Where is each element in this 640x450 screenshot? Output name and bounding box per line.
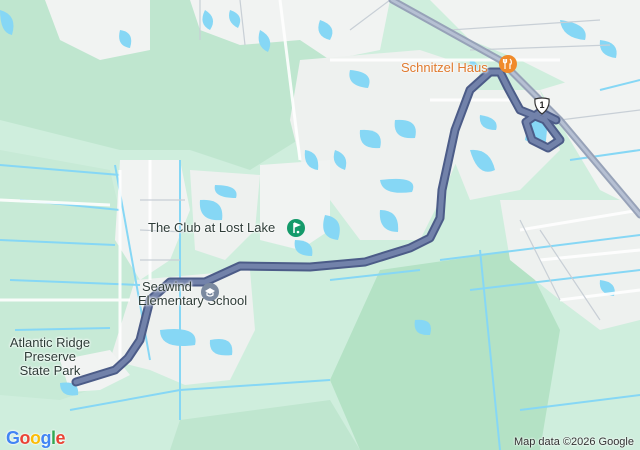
restaurant-label[interactable]: Schnitzel Haus <box>401 60 488 75</box>
school-icon[interactable] <box>201 283 219 301</box>
map-attribution[interactable]: Map data ©2026 Google <box>514 436 634 448</box>
park-label-line3: State Park <box>19 363 81 378</box>
restaurant-icon[interactable] <box>499 55 517 73</box>
us-highway-shield-number: 1 <box>539 100 545 110</box>
park-label-line2: Preserve <box>23 349 77 364</box>
google-logo[interactable]: Google <box>6 428 66 449</box>
club-label[interactable]: The Club at Lost Lake <box>148 221 275 235</box>
map-canvas[interactable]: The Club at Lost Lake Seawind Elementary… <box>0 0 640 450</box>
golf-icon[interactable] <box>287 219 305 237</box>
route-line <box>71 67 565 387</box>
us-highway-shield-icon: 1 <box>533 97 551 115</box>
park-label[interactable]: Atlantic Ridge Preserve State Park <box>4 336 96 378</box>
park-label-line1: Atlantic Ridge <box>9 335 91 350</box>
google-logo-text: Google <box>6 428 66 448</box>
